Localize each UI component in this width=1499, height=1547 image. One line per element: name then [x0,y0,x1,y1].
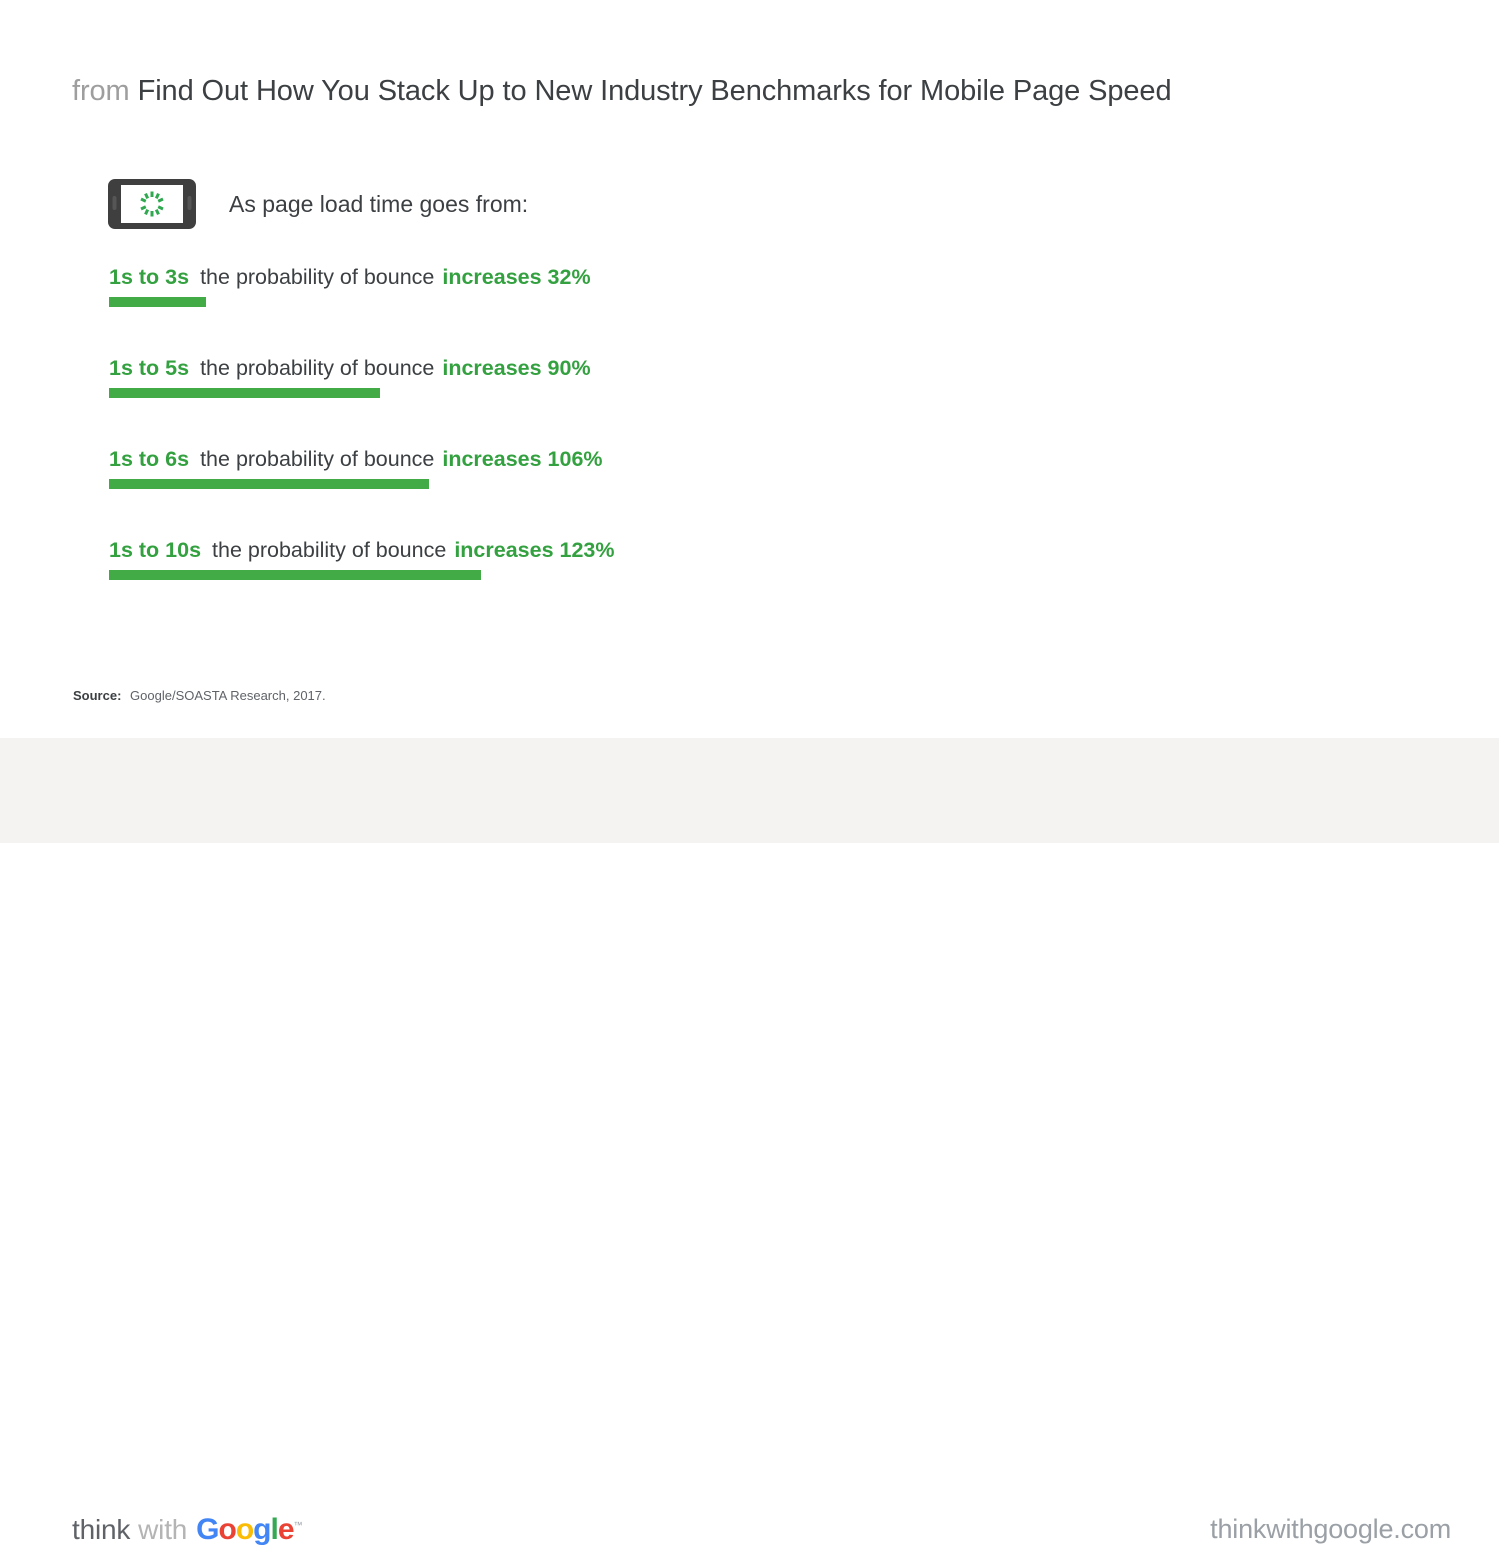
header-row: As page load time goes from: [107,178,528,230]
stat-row: 1s to 6s the probability of bounce incre… [109,446,1109,537]
think-with-google-logo[interactable]: think with Google™ [72,1513,303,1547]
stat-row: 1s to 3s the probability of bounce incre… [109,264,1109,355]
stat-row: 1s to 10s the probability of bounce incr… [109,537,1109,628]
stat-middle-text: the probability of bounce [212,538,447,562]
footer-url[interactable]: thinkwithgoogle.com [1210,1514,1451,1545]
footer-bar: think with Google™ thinkwithgoogle.com [0,738,1499,1546]
stat-line: 1s to 6s the probability of bounce incre… [109,446,1109,476]
stat-line: 1s to 5s the probability of bounce incre… [109,355,1109,385]
bar-track [109,388,1109,398]
stat-row: 1s to 5s the probability of bounce incre… [109,355,1109,446]
source-text: Google/SOASTA Research, 2017. [130,688,326,703]
source-note: Source: Google/SOASTA Research, 2017. [73,688,326,703]
google-letter-e: e [277,1513,295,1546]
google-letter-l: l [270,1513,278,1546]
header-caption: As page load time goes from: [229,191,529,217]
stat-range-label: 1s to 5s [109,356,190,380]
stat-line: 1s to 10s the probability of bounce incr… [109,537,1109,567]
google-letter-o2: o [235,1513,254,1546]
bar-track [109,297,1109,307]
stat-middle-text: the probability of bounce [200,447,435,471]
google-letter-o1: o [218,1513,237,1546]
google-wordmark: Google™ [196,1513,302,1547]
bar-fill [109,297,206,307]
page-title: from Find Out How You Stack Up to New In… [72,72,1172,110]
title-main: Find Out How You Stack Up to New Industr… [137,75,1172,107]
logo-word-with: with [138,1514,188,1545]
bar-fill [109,388,380,398]
source-label: Source: [73,688,122,703]
stat-increase-label: increases 106% [442,447,603,471]
stat-line: 1s to 3s the probability of bounce incre… [109,264,1109,294]
logo-word-think: think [72,1514,131,1545]
google-letter-g2: g [253,1513,271,1546]
stat-increase-label: increases 90% [442,356,591,380]
bar-track [109,570,1109,580]
trademark-icon: ™ [293,1520,303,1530]
mobile-phone-loading-spinner-icon [107,178,197,230]
bar-fill [109,479,429,489]
bar-track [109,479,1109,489]
stat-middle-text: the probability of bounce [200,356,435,380]
stat-range-label: 1s to 10s [109,538,202,562]
google-letter-g1: G [196,1513,219,1546]
stat-increase-label: increases 123% [454,538,615,562]
stat-middle-text: the probability of bounce [200,265,435,289]
stat-range-label: 1s to 6s [109,447,190,471]
stat-range-label: 1s to 3s [109,265,190,289]
bounce-probability-chart: 1s to 3s the probability of bounce incre… [109,264,1109,628]
stat-increase-label: increases 32% [442,265,591,289]
bar-fill [109,570,481,580]
title-prefix: from [72,75,130,107]
